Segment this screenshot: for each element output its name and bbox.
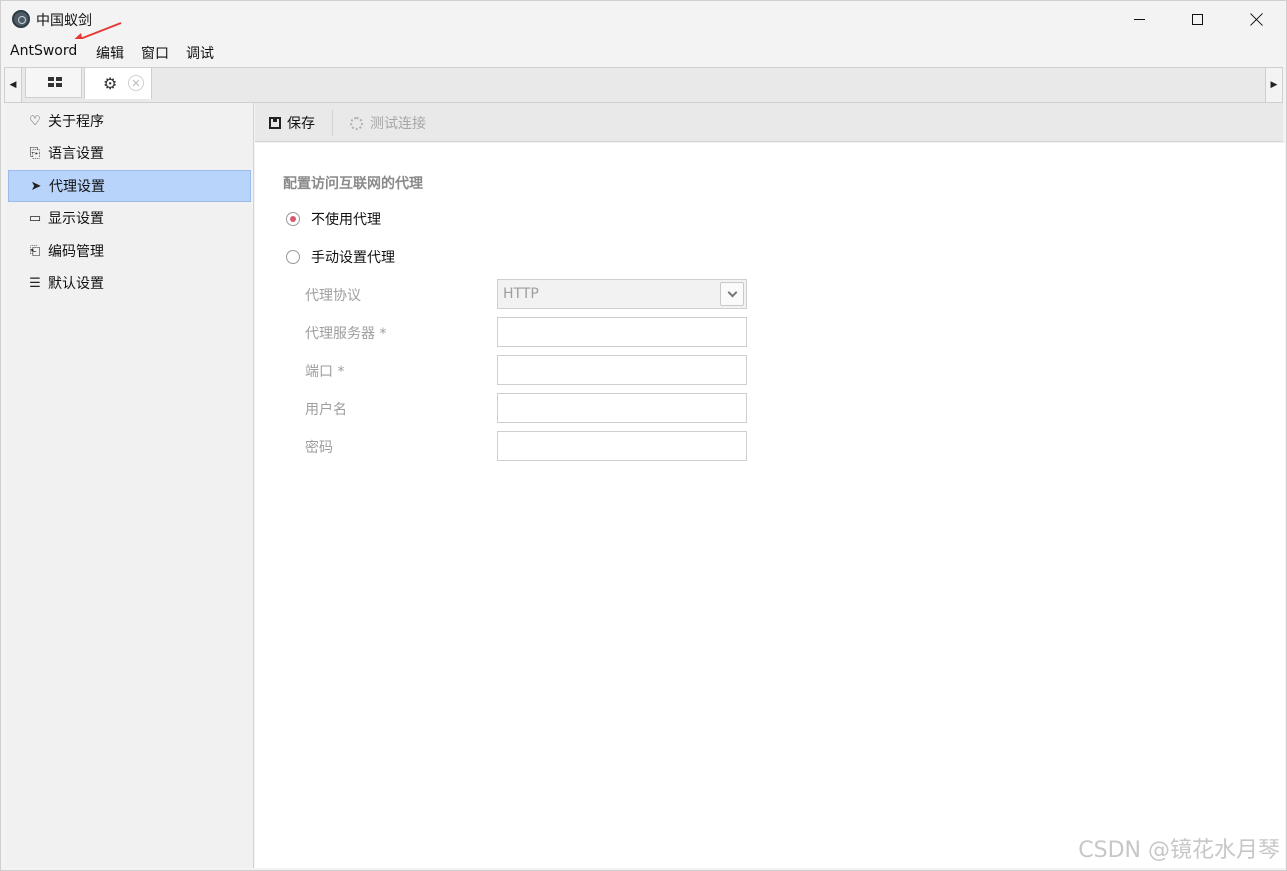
close-icon (1250, 13, 1263, 26)
sliders-icon: ☰ (29, 275, 41, 291)
monitor-icon: ▭ (28, 210, 42, 226)
tab-bar: ◀ ⚙ ✕ ▶ (4, 67, 1283, 103)
sidebar-item-label: 关于程序 (48, 114, 104, 130)
heart-icon: ♡ (29, 113, 41, 129)
settings-sidebar: ♡ 关于程序 ⎘ 语言设置 ➤ 代理设置 ▭ 显示设置 ⎗ 编码管理 ☰ 默认设… (6, 103, 254, 868)
toolbar-divider (332, 110, 333, 136)
menu-antsword[interactable]: AntSword (10, 43, 77, 59)
proxy-settings-panel: 配置访问互联网的代理 不使用代理 手动设置代理 代理协议 HTTP 代理服务器 … (255, 143, 1285, 868)
radio-no-proxy[interactable]: 不使用代理 (286, 209, 381, 229)
watermark: CSDN @镜花水月琴 (1078, 838, 1280, 863)
server-label: 代理服务器 * (305, 326, 387, 342)
sidebar-item-language[interactable]: ⎘ 语言设置 (8, 137, 251, 169)
tab-settings[interactable]: ⚙ ✕ (84, 68, 152, 99)
radio-no-proxy-label: 不使用代理 (311, 212, 381, 228)
radio-manual-proxy[interactable]: 手动设置代理 (286, 247, 395, 267)
password-label: 密码 (305, 440, 333, 456)
tab-home[interactable] (25, 68, 82, 98)
tab-close-icon[interactable]: ✕ (128, 75, 144, 91)
protocol-select[interactable]: HTTP (497, 279, 747, 309)
sidebar-item-about[interactable]: ♡ 关于程序 (8, 105, 251, 137)
radio-manual-proxy-label: 手动设置代理 (311, 250, 395, 266)
maximize-icon (1191, 14, 1203, 25)
title-bar: 中国蚁剑 (1, 1, 1286, 44)
save-button[interactable]: 保存 (269, 113, 315, 133)
sidebar-item-label: 语言设置 (48, 146, 104, 162)
save-icon (269, 117, 281, 129)
sidebar-item-display[interactable]: ▭ 显示设置 (8, 202, 251, 234)
server-input[interactable] (497, 317, 747, 347)
sidebar-item-proxy[interactable]: ➤ 代理设置 (8, 170, 251, 202)
sidebar-item-label: 显示设置 (48, 211, 104, 227)
tab-scroll-right-button[interactable]: ▶ (1265, 68, 1282, 102)
password-input[interactable] (497, 431, 747, 461)
menu-edit[interactable]: 编辑 (96, 43, 124, 63)
menu-bar: AntSword 编辑 窗口 调试 (1, 39, 1286, 66)
chevron-down-icon (727, 287, 737, 297)
sidebar-item-label: 代理设置 (49, 179, 105, 195)
menu-debug[interactable]: 调试 (186, 43, 214, 63)
username-label: 用户名 (305, 402, 347, 418)
test-connection-label: 测试连接 (370, 116, 426, 132)
code-file-icon: ⎗ (29, 243, 41, 259)
maximize-button[interactable] (1168, 1, 1226, 38)
sidebar-item-defaults[interactable]: ☰ 默认设置 (8, 267, 251, 299)
close-window-button[interactable] (1227, 1, 1285, 38)
tab-scroll-left-button[interactable]: ◀ (5, 68, 22, 102)
radio-checked-icon[interactable] (286, 212, 300, 226)
sidebar-item-encoding[interactable]: ⎗ 编码管理 (8, 235, 251, 267)
paper-plane-icon: ➤ (30, 178, 42, 194)
sidebar-item-label: 默认设置 (48, 276, 104, 292)
save-label: 保存 (287, 116, 315, 132)
spinner-icon (350, 116, 363, 130)
radio-unchecked-icon[interactable] (286, 250, 300, 264)
minimize-button[interactable] (1110, 1, 1168, 38)
grid-icon (48, 77, 62, 88)
protocol-label: 代理协议 (305, 288, 361, 304)
test-connection-button[interactable]: 测试连接 (350, 113, 426, 133)
section-title: 配置访问互联网的代理 (283, 176, 423, 192)
settings-toolbar: 保存 测试连接 (255, 103, 1283, 142)
protocol-value: HTTP (503, 286, 539, 302)
dropdown-button[interactable] (720, 282, 744, 306)
app-window: 中国蚁剑 AntSword 编辑 窗口 调试 ◀ ⚙ ✕ ▶ ♡ 关于程序 ⎘ … (0, 0, 1287, 871)
minimize-icon (1133, 19, 1145, 20)
antsword-logo-icon (12, 10, 30, 28)
gear-icon: ⚙ (103, 74, 118, 93)
language-icon: ⎘ (29, 145, 41, 161)
port-label: 端口 * (305, 364, 345, 380)
sidebar-item-label: 编码管理 (48, 244, 104, 260)
port-input[interactable] (497, 355, 747, 385)
username-input[interactable] (497, 393, 747, 423)
menu-window[interactable]: 窗口 (141, 43, 169, 63)
